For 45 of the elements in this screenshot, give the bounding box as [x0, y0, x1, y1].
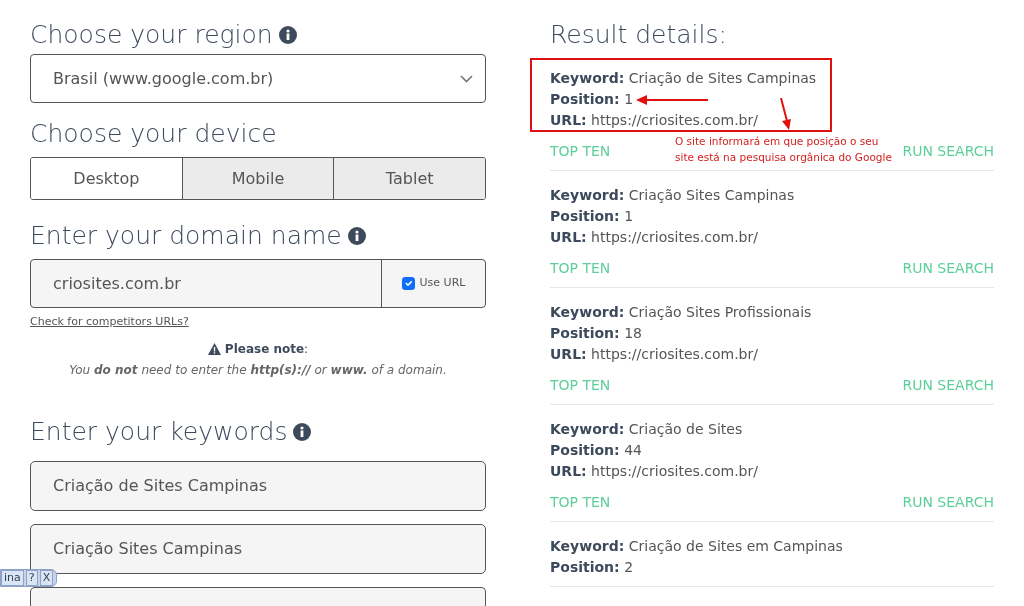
chevron-down-icon — [460, 74, 473, 83]
device-tab[interactable]: Tablet — [334, 158, 485, 199]
arrow — [779, 98, 793, 130]
result-line: Keyword: Criação de Sites em Campinas — [550, 537, 843, 556]
result-line: Position: 1 — [550, 207, 634, 226]
note-text: You do not need to enter the http(s):// or www. of a domain. — [68, 362, 448, 379]
result-line: Position: 1 — [550, 90, 634, 109]
annotation-note: O site informará em que posição o seu site está na pesquisa orgânica do Google — [675, 133, 895, 165]
translate-button[interactable]: ina — [1, 570, 24, 586]
device-tab[interactable]: Desktop — [31, 158, 183, 199]
checkbox-label: Use URL — [419, 275, 466, 292]
result-line: URL: https://criosites.com.br/ — [550, 462, 758, 481]
result-line: Keyword: Criação de Sites Campinas — [550, 69, 817, 88]
device-tab[interactable]: Mobile — [182, 158, 335, 199]
result-line: Position: 2 — [550, 558, 634, 577]
keyword-field[interactable]: Criação Sites Campinas — [30, 524, 486, 574]
section-heading: Choose your region — [30, 20, 273, 50]
competitors-link[interactable]: Check for competitors URLs? — [30, 314, 189, 331]
result-line: URL: https://criosites.com.br/ — [550, 228, 758, 247]
arrow — [636, 95, 708, 105]
section-heading: Enter your keywords — [30, 417, 288, 447]
result-line: Keyword: Criação de Sites — [550, 420, 743, 439]
results-heading: Result details: — [550, 20, 727, 50]
domain-field[interactable]: criosites.com.br Use URL — [30, 259, 486, 308]
result-line: URL: https://criosites.com.br/ — [550, 345, 758, 364]
close-button[interactable]: X — [39, 570, 54, 586]
result-line: Keyword: Criação Sites Campinas — [550, 186, 795, 205]
info-icon[interactable] — [293, 423, 312, 441]
info-icon[interactable] — [278, 26, 297, 44]
section-heading: Enter your domain name — [30, 221, 342, 251]
result-line: Keyword: Criação Sites Profissionais — [550, 303, 812, 322]
warning-icon — [207, 343, 221, 355]
info-icon[interactable] — [347, 227, 366, 245]
result-line: Position: 18 — [550, 324, 642, 343]
keyword-field[interactable]: Criação de Sites Campinas — [30, 461, 486, 511]
result-line: Position: 44 — [550, 441, 642, 460]
region-select[interactable]: Brasil (www.google.com.br) — [30, 54, 486, 103]
domain-input[interactable]: criosites.com.br — [31, 260, 381, 307]
help-button[interactable]: ? — [25, 570, 38, 586]
note-title: Please note: — [224, 341, 309, 358]
result-line: URL: https://criosites.com.br/ — [550, 111, 758, 130]
select-value: Brasil (www.google.com.br) — [53, 67, 274, 90]
keyword-field[interactable] — [30, 587, 486, 606]
section-heading: Choose your device — [30, 119, 277, 149]
use-url-checkbox[interactable] — [401, 277, 415, 290]
